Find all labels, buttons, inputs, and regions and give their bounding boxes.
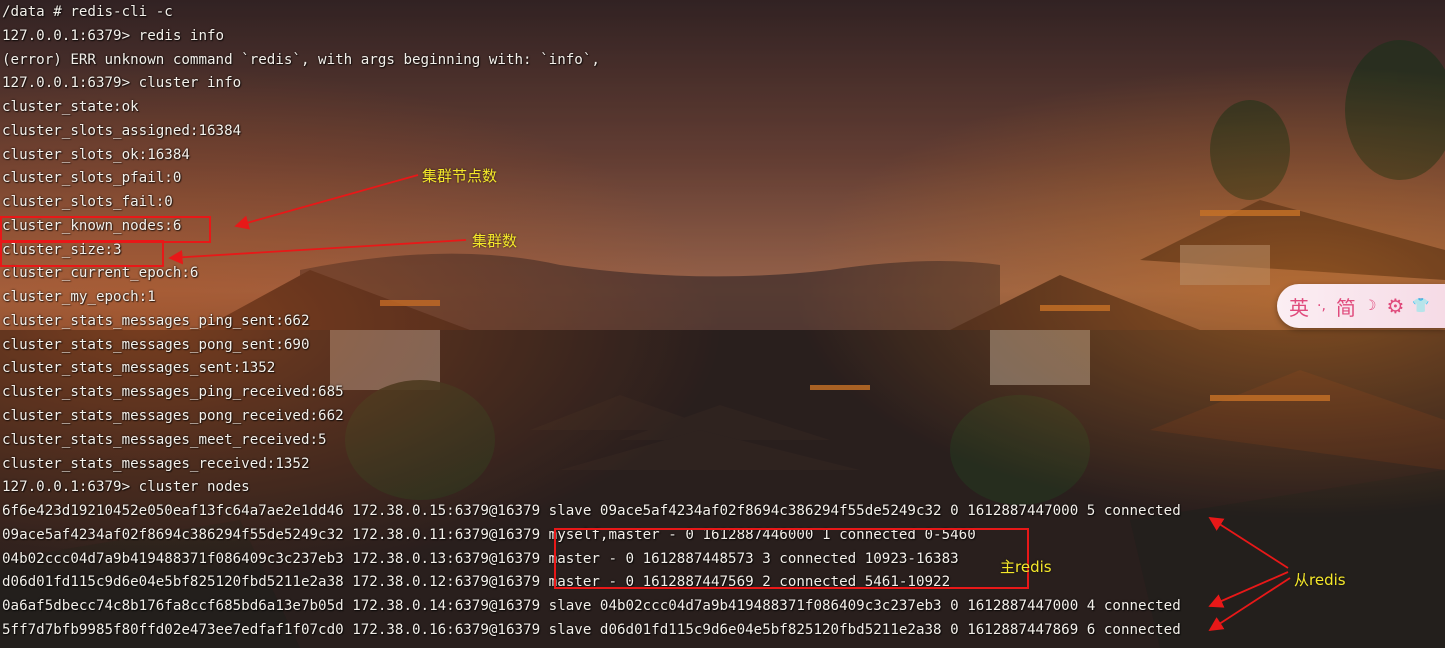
terminal-line: (error) ERR unknown command `redis`, wit… (2, 51, 600, 68)
terminal-line: /data # redis-cli -c (2, 4, 173, 20)
master-redis-label: 主redis (1000, 558, 1052, 576)
gear-icon[interactable]: ⚙ (1386, 294, 1404, 318)
skin-icon[interactable]: 👕 (1412, 298, 1429, 314)
terminal-line: cluster_stats_messages_pong_sent:690 (2, 336, 310, 353)
cluster-size-label: 集群数 (472, 232, 518, 250)
terminal-line: 127.0.0.1:6379> cluster info (2, 75, 242, 92)
terminal-line: 127.0.0.1:6379> redis info (2, 27, 225, 44)
terminal-line: cluster_slots_pfail:0 (2, 170, 182, 187)
terminal-line: cluster_current_epoch:6 (2, 265, 199, 282)
slave-redis-label: 从redis (1294, 571, 1346, 589)
terminal-line: cluster_stats_messages_ping_received:685 (2, 384, 344, 401)
ime-punctuation-toggle[interactable]: ·, (1317, 298, 1326, 314)
ime-language-toggle[interactable]: 英 (1289, 292, 1309, 321)
terminal-line: cluster_stats_messages_ping_sent:662 (2, 312, 310, 329)
terminal-line: cluster_my_epoch:1 (2, 289, 156, 306)
terminal-line: cluster_slots_ok:16384 (2, 146, 190, 163)
terminal-line: cluster_slots_assigned:16384 (2, 122, 242, 139)
ime-simplified-toggle[interactable]: 简 (1336, 292, 1356, 321)
master-nodes-highlight-box (554, 528, 1029, 589)
terminal-line: 6f6e423d19210452e050eaf13fc64a7ae2e1dd46… (2, 503, 1181, 520)
cluster-size-highlight-box (0, 240, 164, 267)
ime-toolbar[interactable]: 英 ·, 简 ☽ ⚙ 👕 (1277, 284, 1445, 328)
known-nodes-highlight-box (0, 216, 211, 243)
terminal-line: cluster_state:ok (2, 99, 139, 116)
terminal-line: 127.0.0.1:6379> cluster nodes (2, 479, 250, 496)
terminal-line: cluster_slots_fail:0 (2, 194, 173, 211)
moon-icon[interactable]: ☽ (1364, 298, 1377, 314)
terminal-line: 5ff7d7bfb9985f80ffd02e473ee7edfaf1f07cd0… (2, 621, 1181, 638)
terminal-line: cluster_stats_messages_pong_received:662 (2, 408, 344, 425)
terminal-line: cluster_stats_messages_sent:1352 (2, 360, 276, 377)
terminal-line: cluster_stats_messages_received:1352 (2, 455, 310, 472)
terminal-line: cluster_stats_messages_meet_received:5 (2, 431, 327, 448)
known-nodes-label: 集群节点数 (422, 167, 498, 185)
terminal-line: 0a6af5dbecc74c8b176fa8ccf685bd6a13e7b05d… (2, 598, 1181, 615)
